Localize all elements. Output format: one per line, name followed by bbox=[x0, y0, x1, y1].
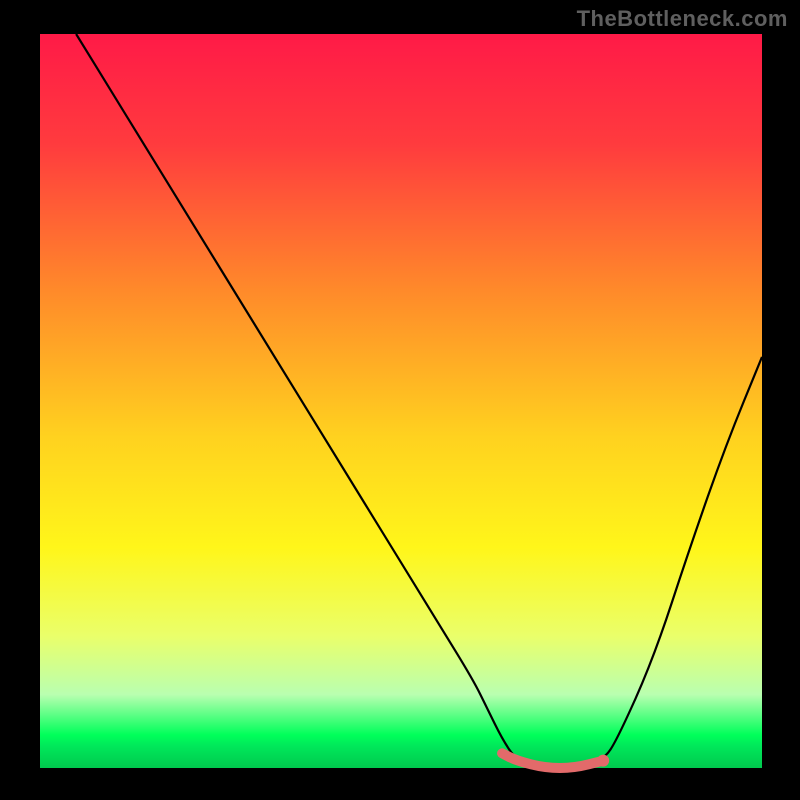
highlight-endpoint-dot bbox=[597, 755, 609, 767]
bottleneck-chart bbox=[0, 0, 800, 800]
chart-container: TheBottleneck.com bbox=[0, 0, 800, 800]
watermark-text: TheBottleneck.com bbox=[577, 6, 788, 32]
chart-background-gradient bbox=[40, 34, 762, 768]
